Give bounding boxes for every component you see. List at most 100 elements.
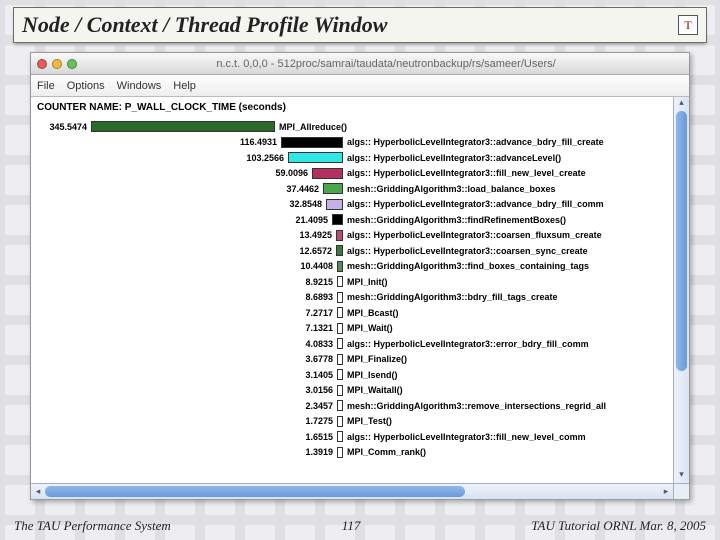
row-value: 3.0156 xyxy=(31,385,337,395)
profile-row[interactable]: 116.4931 algs:: HyperbolicLevelIntegrator… xyxy=(31,135,673,151)
row-value: 37.4462 xyxy=(31,184,323,194)
close-icon[interactable] xyxy=(37,59,47,69)
slide-title-bar: Node / Context / Thread Profile Window T xyxy=(14,8,706,42)
row-value: 2.3457 xyxy=(31,401,337,411)
row-value: 3.1405 xyxy=(31,370,337,380)
profile-row[interactable]: 3.0156 MPI_Waitall() xyxy=(31,383,673,399)
menu-help[interactable]: Help xyxy=(173,80,196,92)
profile-row[interactable]: 59.0096algs:: HyperbolicLevelIntegrator3… xyxy=(31,166,673,182)
menu-file[interactable]: File xyxy=(37,80,55,92)
row-function-name: MPI_Isend() xyxy=(347,370,398,380)
resize-corner-icon[interactable] xyxy=(673,483,689,499)
row-function-name: MPI_Wait() xyxy=(347,323,393,333)
row-function-name: MPI_Waitall() xyxy=(347,385,403,395)
scroll-thumb-h[interactable] xyxy=(45,486,465,497)
row-value: 1.7275 xyxy=(31,416,337,426)
profile-row[interactable]: 13.4925algs:: HyperbolicLevelIntegrator3… xyxy=(31,228,673,244)
profile-window: n.c.t. 0,0,0 - 512proc/samrai/taudata/ne… xyxy=(30,52,690,500)
row-bar xyxy=(337,276,343,287)
row-bar xyxy=(323,183,343,194)
row-function-name: MPI_Test() xyxy=(347,416,392,426)
profile-row[interactable]: 8.6893 mesh::GriddingAlgorithm3::bdry_fil… xyxy=(31,290,673,306)
row-function-name: MPI_Finalize() xyxy=(347,354,407,364)
row-bar xyxy=(336,230,343,241)
row-bar xyxy=(326,199,343,210)
traffic-lights xyxy=(37,59,77,69)
scrollbar-horizontal[interactable]: ◂ ▸ xyxy=(31,483,689,499)
row-function-name: mesh::GriddingAlgorithm3::find_boxes_con… xyxy=(347,261,589,271)
profile-row[interactable]: 8.9215 MPI_Init() xyxy=(31,274,673,290)
profile-row[interactable]: 1.6515algs:: HyperbolicLevelIntegrator3:… xyxy=(31,429,673,445)
row-bar xyxy=(337,385,343,396)
row-value: 8.6893 xyxy=(31,292,337,302)
row-function-name: algs:: HyperbolicLevelIntegrator3::error… xyxy=(347,339,589,349)
row-value: 59.0096 xyxy=(31,168,312,178)
row-function-name: algs:: HyperbolicLevelIntegrator3::advan… xyxy=(347,199,604,209)
zoom-icon[interactable] xyxy=(67,59,77,69)
row-function-name: algs:: HyperbolicLevelIntegrator3::fill_… xyxy=(347,432,586,442)
profile-row[interactable]: 1.7275 MPI_Test() xyxy=(31,414,673,430)
slide-title: Node / Context / Thread Profile Window xyxy=(22,12,387,38)
row-value: 116.4931 xyxy=(31,137,281,147)
menubar: File Options Windows Help xyxy=(31,75,689,97)
profile-row[interactable]: 7.1321MPI_Wait() xyxy=(31,321,673,337)
row-value: 3.6778 xyxy=(31,354,337,364)
row-bar xyxy=(337,400,343,411)
profile-row[interactable]: 4.0833algs:: HyperbolicLevelIntegrator3:… xyxy=(31,336,673,352)
row-bar xyxy=(288,152,343,163)
row-bar xyxy=(332,214,343,225)
row-value: 21.4095 xyxy=(31,215,332,225)
scroll-thumb-v[interactable] xyxy=(676,111,687,371)
profile-rows: 345.5474MPI_Allreduce()116.4931algs:: Hy… xyxy=(31,115,673,460)
row-value: 103.2566 xyxy=(31,153,288,163)
profile-row[interactable]: 2.3457 mesh::GriddingAlgorithm3::remove_i… xyxy=(31,398,673,414)
profile-row[interactable]: 3.6778 MPI_Finalize() xyxy=(31,352,673,368)
row-value: 32.8548 xyxy=(31,199,326,209)
row-function-name: algs:: HyperbolicLevelIntegrator3::coars… xyxy=(347,230,602,240)
row-function-name: MPI_Comm_rank() xyxy=(347,447,426,457)
profile-row[interactable]: 21.4095mesh::GriddingAlgorithm3::findRef… xyxy=(31,212,673,228)
profile-row[interactable]: 32.8548 algs:: HyperbolicLevelIntegrator3… xyxy=(31,197,673,213)
profile-row[interactable]: 1.3919 MPI_Comm_rank() xyxy=(31,445,673,461)
footer-page: 117 xyxy=(342,518,361,534)
profile-row[interactable]: 103.2566 algs:: HyperbolicLevelIntegrator… xyxy=(31,150,673,166)
tau-logo: T xyxy=(678,15,698,35)
row-function-name: MPI_Bcast() xyxy=(347,308,399,318)
profile-row[interactable]: 345.5474 MPI_Allreduce() xyxy=(31,119,673,135)
row-bar xyxy=(337,416,343,427)
row-bar xyxy=(336,245,343,256)
row-function-name: mesh::GriddingAlgorithm3::load_balance_b… xyxy=(347,184,556,194)
row-bar xyxy=(337,323,343,334)
row-bar xyxy=(337,338,343,349)
row-bar xyxy=(337,261,343,272)
profile-row[interactable]: 37.4462 mesh::GriddingAlgorithm3::load_ba… xyxy=(31,181,673,197)
menu-windows[interactable]: Windows xyxy=(117,80,162,92)
row-function-name: mesh::GriddingAlgorithm3::bdry_fill_tags… xyxy=(347,292,558,302)
scroll-up-icon[interactable]: ▴ xyxy=(674,97,689,111)
window-titlebar[interactable]: n.c.t. 0,0,0 - 512proc/samrai/taudata/ne… xyxy=(31,53,689,75)
row-function-name: MPI_Init() xyxy=(347,277,388,287)
row-function-name: algs:: HyperbolicLevelIntegrator3::advan… xyxy=(347,137,604,147)
row-value: 1.3919 xyxy=(31,447,337,457)
row-value: 345.5474 xyxy=(31,122,91,132)
row-value: 8.9215 xyxy=(31,277,337,287)
profile-row[interactable]: 10.4408 mesh::GriddingAlgorithm3::find_bo… xyxy=(31,259,673,275)
profile-body: COUNTER NAME: P_WALL_CLOCK_TIME (seconds… xyxy=(31,97,673,483)
scrollbar-vertical[interactable]: ▴ ▾ xyxy=(673,97,689,483)
row-function-name: algs:: HyperbolicLevelIntegrator3::advan… xyxy=(347,153,561,163)
minimize-icon[interactable] xyxy=(52,59,62,69)
row-bar xyxy=(281,137,343,148)
scroll-down-icon[interactable]: ▾ xyxy=(674,469,689,483)
menu-options[interactable]: Options xyxy=(67,80,105,92)
row-bar xyxy=(312,168,343,179)
scroll-left-icon[interactable]: ◂ xyxy=(31,484,45,499)
profile-row[interactable]: 12.6572algs:: HyperbolicLevelIntegrator3… xyxy=(31,243,673,259)
footer-right: TAU Tutorial ORNL Mar. 8, 2005 xyxy=(531,518,706,534)
scroll-right-icon[interactable]: ▸ xyxy=(659,484,673,499)
row-function-name: MPI_Allreduce() xyxy=(279,122,347,132)
row-bar xyxy=(337,369,343,380)
profile-row[interactable]: 7.2717MPI_Bcast() xyxy=(31,305,673,321)
profile-row[interactable]: 3.1405 MPI_Isend() xyxy=(31,367,673,383)
row-function-name: mesh::GriddingAlgorithm3::remove_interse… xyxy=(347,401,606,411)
row-value: 10.4408 xyxy=(31,261,337,271)
